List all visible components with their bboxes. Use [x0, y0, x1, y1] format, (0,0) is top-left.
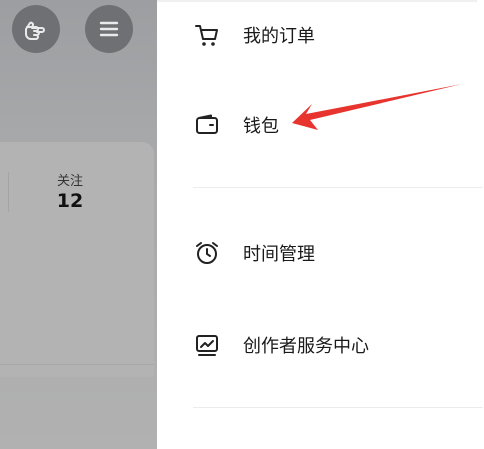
stat-following-label[interactable]: 关注 [50, 170, 90, 189]
hand-pointer-icon [25, 21, 45, 40]
hamburger-menu-icon [99, 21, 119, 37]
stat-divider [8, 172, 9, 212]
drawer-top-divider [157, 0, 477, 2]
menu-item-label: 我的订单 [243, 26, 315, 47]
menu-item-label: 时间管理 [243, 244, 315, 265]
side-drawer: 我的订单 钱包 时间管理 创作者服务中心 [157, 0, 484, 449]
hand-button[interactable] [12, 5, 60, 53]
wallet-icon [193, 111, 221, 139]
menu-item-label: 创作者服务中心 [243, 336, 369, 357]
menu-divider [193, 407, 483, 408]
menu-divider [193, 187, 483, 188]
menu-item-time-management[interactable]: 时间管理 [157, 228, 477, 278]
profile-stats-card: 关注 12 [0, 142, 154, 377]
menu-item-orders[interactable]: 我的订单 [157, 10, 477, 60]
menu-button[interactable] [85, 5, 133, 53]
cart-icon [193, 21, 221, 49]
menu-item-label: 钱包 [243, 116, 279, 137]
alarm-clock-icon [193, 239, 221, 267]
stat-following-value[interactable]: 12 [50, 190, 90, 212]
menu-item-wallet[interactable]: 钱包 [157, 100, 477, 150]
creator-chart-icon [193, 331, 221, 359]
card-divider [0, 364, 154, 365]
menu-item-creator-center[interactable]: 创作者服务中心 [157, 320, 477, 370]
profile-pane-overlay[interactable]: 关注 12 [0, 0, 157, 449]
